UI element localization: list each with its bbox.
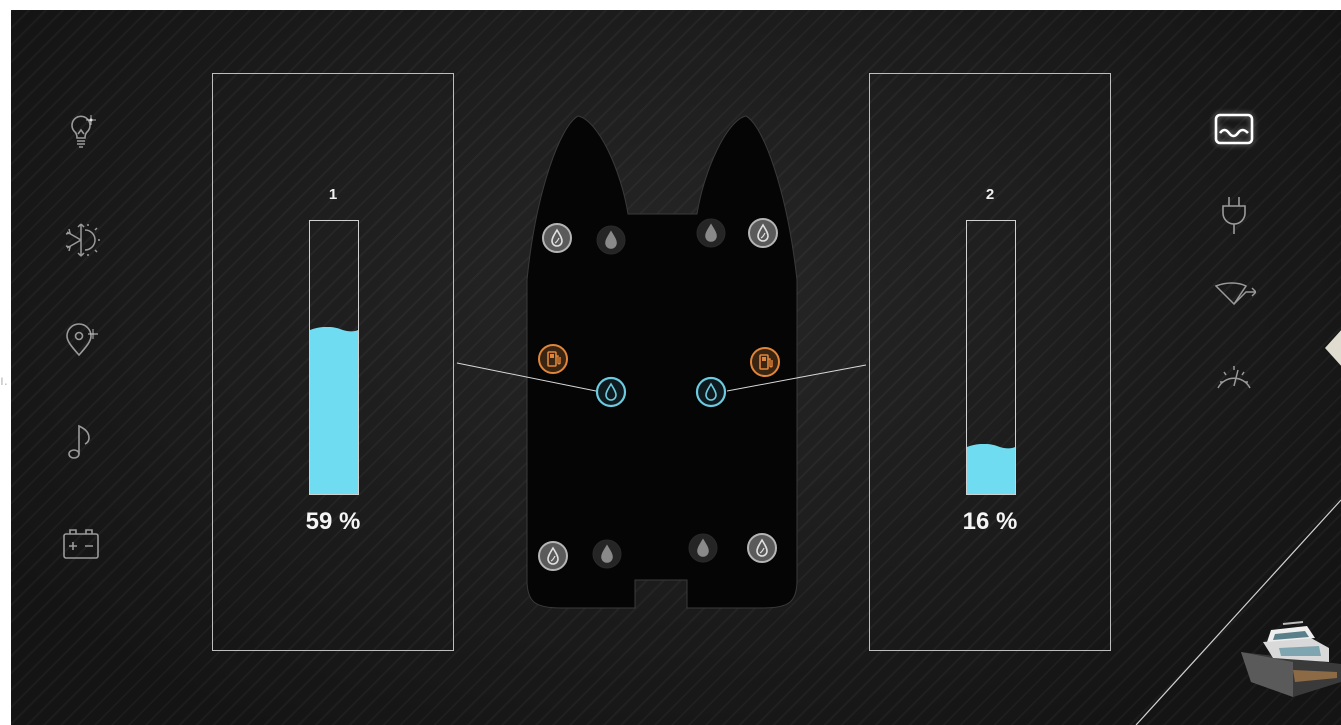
- blackwater-sensor-icon[interactable]: [687, 532, 719, 564]
- blackwater-sensor-icon[interactable]: [595, 224, 627, 256]
- greywater-sensor-icon[interactable]: [537, 540, 569, 572]
- freshwater-sensor-icon[interactable]: [595, 376, 627, 408]
- catamaran-hull-diagram: [456, 115, 867, 609]
- greywater-sensor-icon[interactable]: [746, 532, 778, 564]
- edge-text: ı.: [0, 372, 8, 388]
- boat-thumbnail[interactable]: [1233, 612, 1341, 697]
- tank-monitor-screen: 1 59 % 2 16 %: [11, 10, 1341, 725]
- fuel-sensor-icon[interactable]: [749, 346, 781, 378]
- blackwater-sensor-icon[interactable]: [695, 217, 727, 249]
- freshwater-sensor-icon[interactable]: [695, 376, 727, 408]
- greywater-sensor-icon[interactable]: [747, 217, 779, 249]
- fuel-sensor-icon[interactable]: [537, 343, 569, 375]
- greywater-sensor-icon[interactable]: [541, 222, 573, 254]
- blackwater-sensor-icon[interactable]: [591, 538, 623, 570]
- side-panel-tab[interactable]: [1325, 328, 1341, 368]
